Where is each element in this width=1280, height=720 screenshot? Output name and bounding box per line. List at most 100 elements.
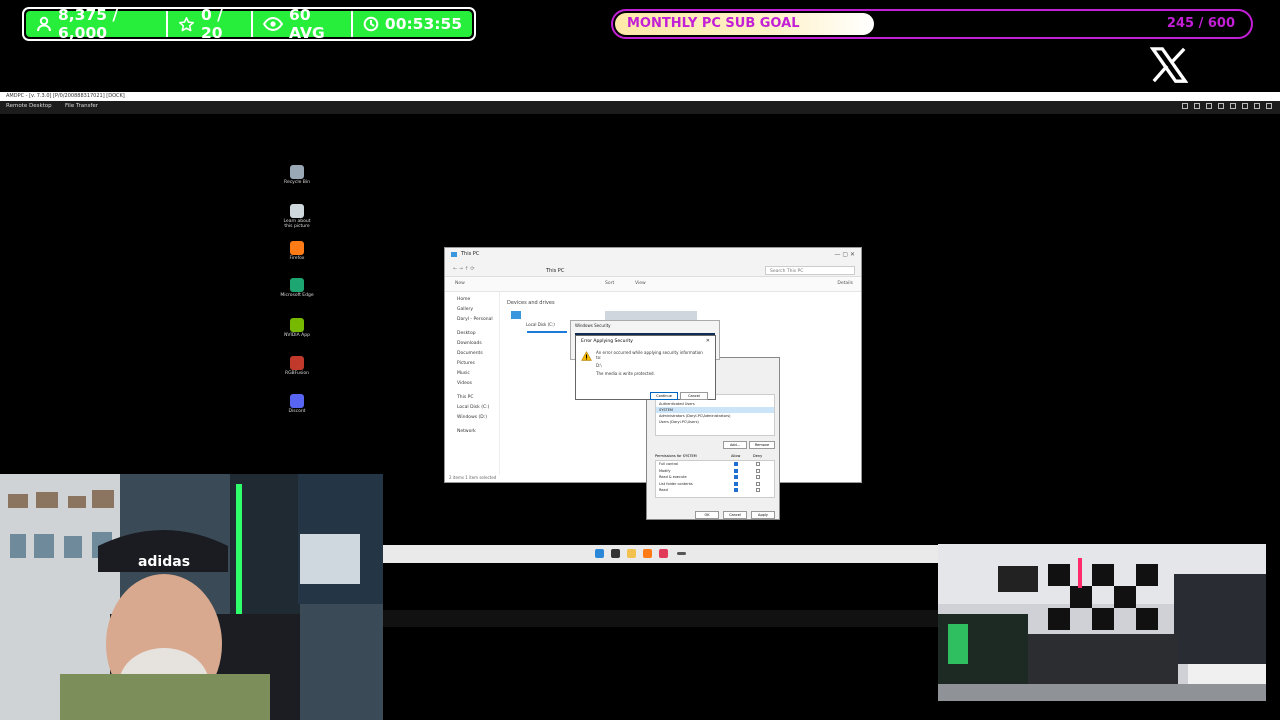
permission-label: Read & execute — [659, 475, 687, 479]
sidebar-item-desktop[interactable]: Desktop — [457, 331, 499, 336]
monitor-icon[interactable] — [1230, 103, 1236, 109]
desktop-icon-label: RGBFusion — [284, 371, 310, 376]
permission-label: Modify — [659, 468, 671, 473]
sidebar-item-music[interactable]: Music — [457, 371, 499, 376]
stars-stat: 0 / 20 — [165, 6, 251, 42]
desktop-icon-microsoft-edge[interactable]: Microsoft Edge — [280, 278, 314, 298]
desktop-icon-label: Firefox — [289, 256, 305, 261]
desktop-icon-discord[interactable]: Discord — [280, 394, 314, 414]
sidebar-item-network[interactable]: Network — [457, 429, 499, 434]
desktop-icon-firefox[interactable]: Firefox — [280, 241, 314, 261]
keyboard-icon[interactable] — [1254, 103, 1260, 109]
view-button[interactable]: View — [635, 281, 646, 286]
clock-icon — [363, 16, 379, 32]
deny-checkbox[interactable] — [756, 481, 760, 486]
permission-user-item[interactable]: Users (Daryl-PC\Users) — [656, 419, 774, 425]
allow-checkbox[interactable] — [734, 475, 738, 479]
explorer-toolbar: New Sort View Details — [445, 277, 861, 292]
tools-icon[interactable] — [1218, 103, 1224, 109]
settings-icon[interactable] — [1182, 103, 1188, 109]
search-input[interactable]: Search This PC — [765, 266, 855, 275]
deny-column-header: Deny — [753, 454, 763, 458]
app2-taskbar-icon[interactable] — [677, 552, 686, 555]
start-icon[interactable] — [595, 549, 604, 558]
sidebar-item-windows-d-[interactable]: Windows (D:) — [457, 415, 499, 420]
viewers-stat: 60 AVG — [251, 6, 351, 42]
deny-checkbox[interactable] — [756, 462, 760, 466]
sidebar-item-daryl-personal[interactable]: Daryl - Personal — [457, 317, 499, 322]
sort-button[interactable]: Sort — [605, 281, 614, 286]
permissions-user-list: SYSTEMAuthenticated UsersSYSTEMAdministr… — [655, 394, 775, 436]
desktop-icon-label: Discord — [288, 409, 306, 414]
ok-button[interactable]: OK — [695, 511, 719, 519]
error-message: An error occurred while applying securit… — [596, 350, 706, 376]
new-button[interactable]: New — [455, 281, 465, 286]
desktop-icon-rgbfusion[interactable]: RGBFusion — [280, 356, 314, 376]
fullscreen-icon[interactable] — [1242, 103, 1248, 109]
allow-checkbox[interactable] — [734, 488, 738, 492]
uptime-stat: 00:53:55 — [350, 11, 472, 37]
apply-button[interactable]: Apply — [751, 511, 775, 519]
close-icon[interactable]: ✕ — [706, 338, 710, 344]
room-webcam — [938, 544, 1266, 701]
allow-checkbox[interactable] — [734, 481, 738, 486]
permission-label: Read — [659, 488, 668, 492]
nav-arrows-icon[interactable]: ← → ↑ ⟳ — [453, 266, 475, 272]
remote-desktop-title: AMDPC - [v. 7.3.0] [P/0/200888317021] [D… — [6, 93, 125, 99]
explorer-tab-title[interactable]: This PC — [461, 251, 479, 257]
firefox-taskbar-icon[interactable] — [643, 549, 652, 558]
x-logo-icon — [1150, 47, 1188, 83]
allow-checkbox[interactable] — [734, 468, 738, 473]
desktop-icon-learn-about-this-picture[interactable]: Learn about this picture — [280, 204, 314, 229]
deny-checkbox[interactable] — [756, 468, 760, 473]
sidebar-item-this-pc[interactable]: This PC — [457, 395, 499, 400]
error-dialog-title: Error Applying Security — [581, 339, 633, 344]
chat-icon[interactable] — [1206, 103, 1212, 109]
drive-c-label: Local Disk (C:) — [526, 322, 555, 327]
deny-checkbox[interactable] — [756, 475, 760, 479]
desktop-icon-label: NVIDIA App — [284, 333, 310, 338]
remote-lower-bar — [383, 610, 938, 627]
permissions-table: Full control Modify Read & execute List fol… — [655, 460, 775, 498]
desktop-icon-nvidia-app[interactable]: NVIDIA App — [280, 318, 314, 338]
sidebar-item-pictures[interactable]: Pictures — [457, 361, 499, 366]
streamer-webcam: adidas — [0, 474, 383, 720]
desktop-icon-recycle-bin[interactable]: Recycle Bin — [280, 165, 314, 185]
continue-button[interactable]: Continue — [650, 392, 678, 400]
allow-checkbox[interactable] — [734, 462, 738, 466]
sidebar-item-videos[interactable]: Videos — [457, 381, 499, 386]
more-icon[interactable] — [1266, 103, 1272, 109]
sidebar-item-documents[interactable]: Documents — [457, 351, 499, 356]
add-button[interactable]: Add... — [723, 441, 747, 449]
taskview-icon[interactable] — [611, 549, 620, 558]
address-text[interactable]: This PC — [546, 268, 564, 274]
sidebar-item-home[interactable]: Home — [457, 297, 499, 302]
remote-taskbar — [383, 545, 938, 563]
explorer-status: 2 items 1 item selected — [449, 475, 497, 480]
deny-checkbox[interactable] — [756, 488, 760, 492]
remove-button[interactable]: Remove — [749, 441, 775, 449]
app-taskbar-icon[interactable] — [659, 549, 668, 558]
window-controls[interactable]: — ▢ ✕ — [834, 251, 855, 258]
details-button[interactable]: Details — [837, 281, 853, 286]
tab-file-transfer[interactable]: File Transfer — [65, 103, 98, 109]
drive-c[interactable]: Local Disk (C:) — [511, 311, 571, 333]
webcam-feed-image: adidas — [0, 474, 383, 720]
stars-value: 0 / 20 — [200, 6, 223, 42]
error-message-path: D:\ — [596, 363, 602, 368]
tab-remote-desktop[interactable]: Remote Desktop — [6, 103, 52, 109]
cancel-button[interactable]: Cancel — [723, 511, 747, 519]
sidebar-item-gallery[interactable]: Gallery — [457, 307, 499, 312]
explorer-taskbar-icon[interactable] — [627, 549, 636, 558]
error-message-line1: An error occurred while applying securit… — [596, 350, 703, 360]
sub-goal-count: 245 / 600 — [1166, 16, 1235, 31]
remote-toolbar-icons — [1182, 103, 1272, 109]
sidebar-item-downloads[interactable]: Downloads — [457, 341, 499, 346]
eye-icon — [263, 17, 284, 31]
sidebar-item-local-disk-c-[interactable]: Local Disk (C:) — [457, 405, 499, 410]
drive-c-usage — [527, 331, 567, 333]
bell-icon[interactable] — [1194, 103, 1200, 109]
error-cancel-button[interactable]: Cancel — [680, 392, 708, 400]
recycle-bin-icon — [290, 165, 304, 179]
devices-group-header: Devices and drives — [507, 300, 555, 306]
